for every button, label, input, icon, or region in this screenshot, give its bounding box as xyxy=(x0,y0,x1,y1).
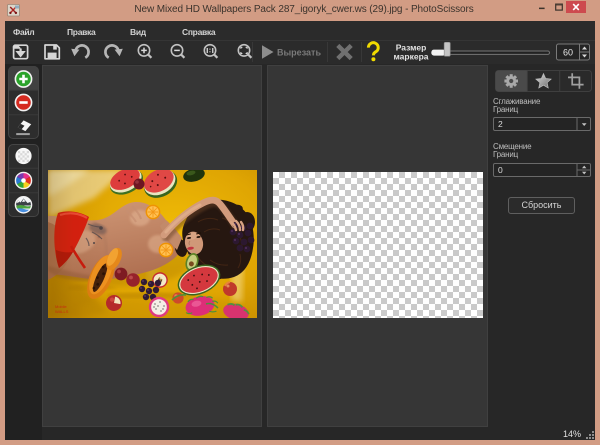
svg-text:маркера: маркера xyxy=(394,52,429,62)
svg-text:60: 60 xyxy=(563,48,573,58)
svg-text:Вырезать: Вырезать xyxy=(277,48,321,58)
